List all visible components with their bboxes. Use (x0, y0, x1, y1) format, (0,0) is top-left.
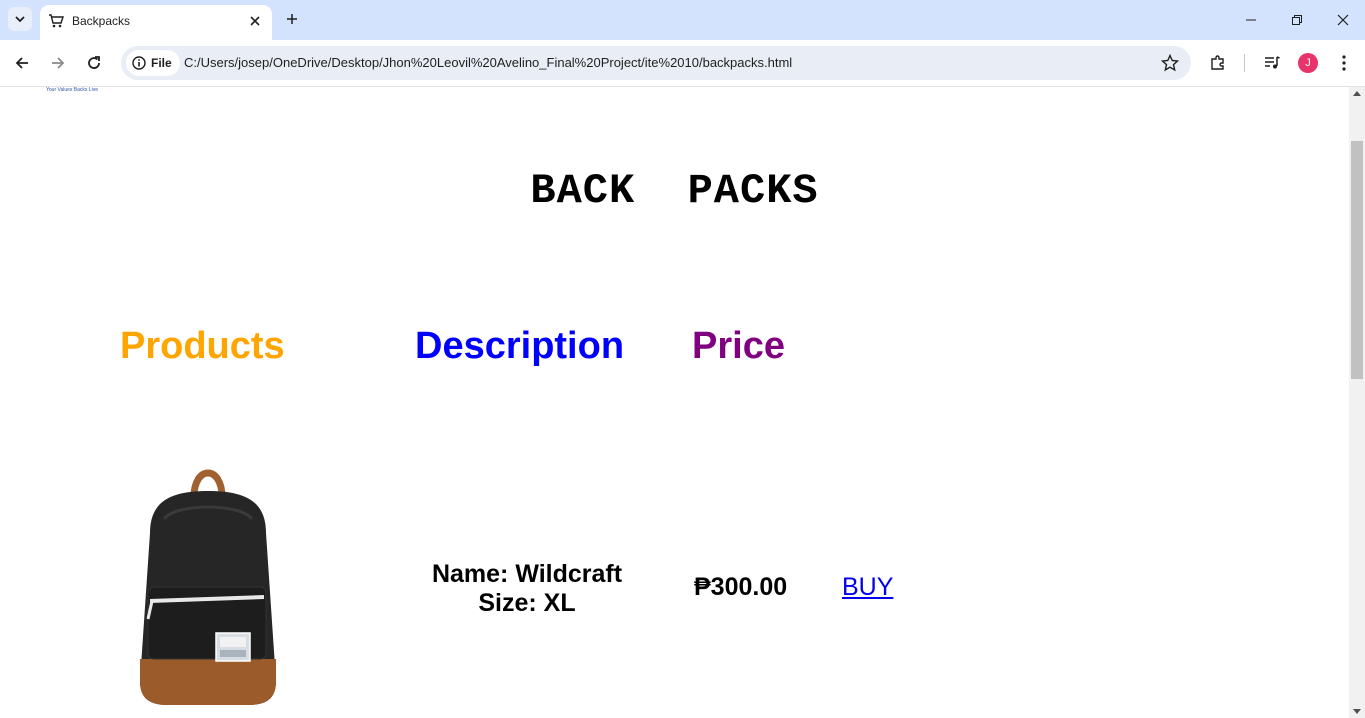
site-logo[interactable]: Your Values Backs Live (46, 87, 98, 93)
site-info-chip[interactable]: File (126, 50, 180, 76)
backpack-product-image (140, 469, 276, 705)
new-tab-button[interactable] (282, 9, 302, 29)
scroll-up-arrow[interactable] (1353, 91, 1361, 96)
tab-close-button[interactable] (246, 12, 264, 30)
product-size: Size: XL (478, 589, 576, 617)
plus-icon (287, 14, 297, 24)
address-bar[interactable]: File C:/Users/josep/OneDrive/Desktop/Jho… (121, 46, 1191, 80)
playlist-music-icon (1265, 56, 1280, 69)
info-icon (132, 56, 146, 70)
more-vert-icon (1342, 55, 1346, 71)
back-button[interactable] (10, 51, 34, 75)
chevron-down-icon (15, 16, 25, 23)
vertical-scrollbar[interactable] (1349, 87, 1365, 718)
page-viewport: Your Values Backs Live BACK PACKS Produc… (0, 87, 1349, 718)
browser-menu-button[interactable] (1332, 51, 1356, 75)
shopping-cart-icon (49, 14, 64, 28)
tab-strip: Backpacks (0, 0, 1365, 40)
arrow-right-icon (52, 57, 65, 69)
forward-button[interactable] (46, 51, 70, 75)
tab-title: Backpacks (72, 14, 131, 28)
reload-icon (88, 56, 100, 69)
page-title: BACK PACKS (530, 167, 819, 215)
column-header-description: Description (415, 325, 625, 367)
product-name: Name: Wildcraft (431, 560, 623, 588)
site-info-label: File (151, 56, 172, 70)
url-text[interactable]: C:/Users/josep/OneDrive/Desktop/Jhon%20L… (184, 55, 792, 70)
arrow-left-icon (15, 57, 28, 69)
puzzle-icon (1211, 55, 1224, 70)
product-price: ₱300.00 (694, 573, 788, 601)
column-header-price: Price (692, 325, 785, 367)
profile-avatar[interactable]: J (1298, 53, 1318, 73)
scrollbar-thumb[interactable] (1351, 141, 1363, 379)
tab-backpacks[interactable]: Backpacks (40, 5, 272, 40)
toolbar-divider (1244, 54, 1245, 72)
minimize-icon (1246, 19, 1256, 21)
restore-icon (1292, 15, 1302, 25)
restore-button[interactable] (1283, 6, 1311, 34)
tab-search-button[interactable] (8, 7, 32, 31)
media-control-button[interactable] (1260, 51, 1284, 75)
reload-button[interactable] (82, 51, 106, 75)
product-description: Name: Wildcraft Size: XL (420, 560, 634, 618)
scroll-down-arrow[interactable] (1353, 709, 1361, 714)
close-window-button[interactable] (1329, 6, 1357, 34)
buy-link[interactable]: BUY (842, 573, 893, 602)
minimize-button[interactable] (1237, 6, 1265, 34)
close-icon (250, 16, 260, 26)
close-icon (1337, 14, 1349, 26)
browser-toolbar: File C:/Users/josep/OneDrive/Desktop/Jho… (0, 40, 1365, 87)
extensions-button[interactable] (1206, 51, 1230, 75)
bookmark-star-icon[interactable] (1161, 54, 1179, 72)
column-header-products: Products (120, 325, 285, 367)
